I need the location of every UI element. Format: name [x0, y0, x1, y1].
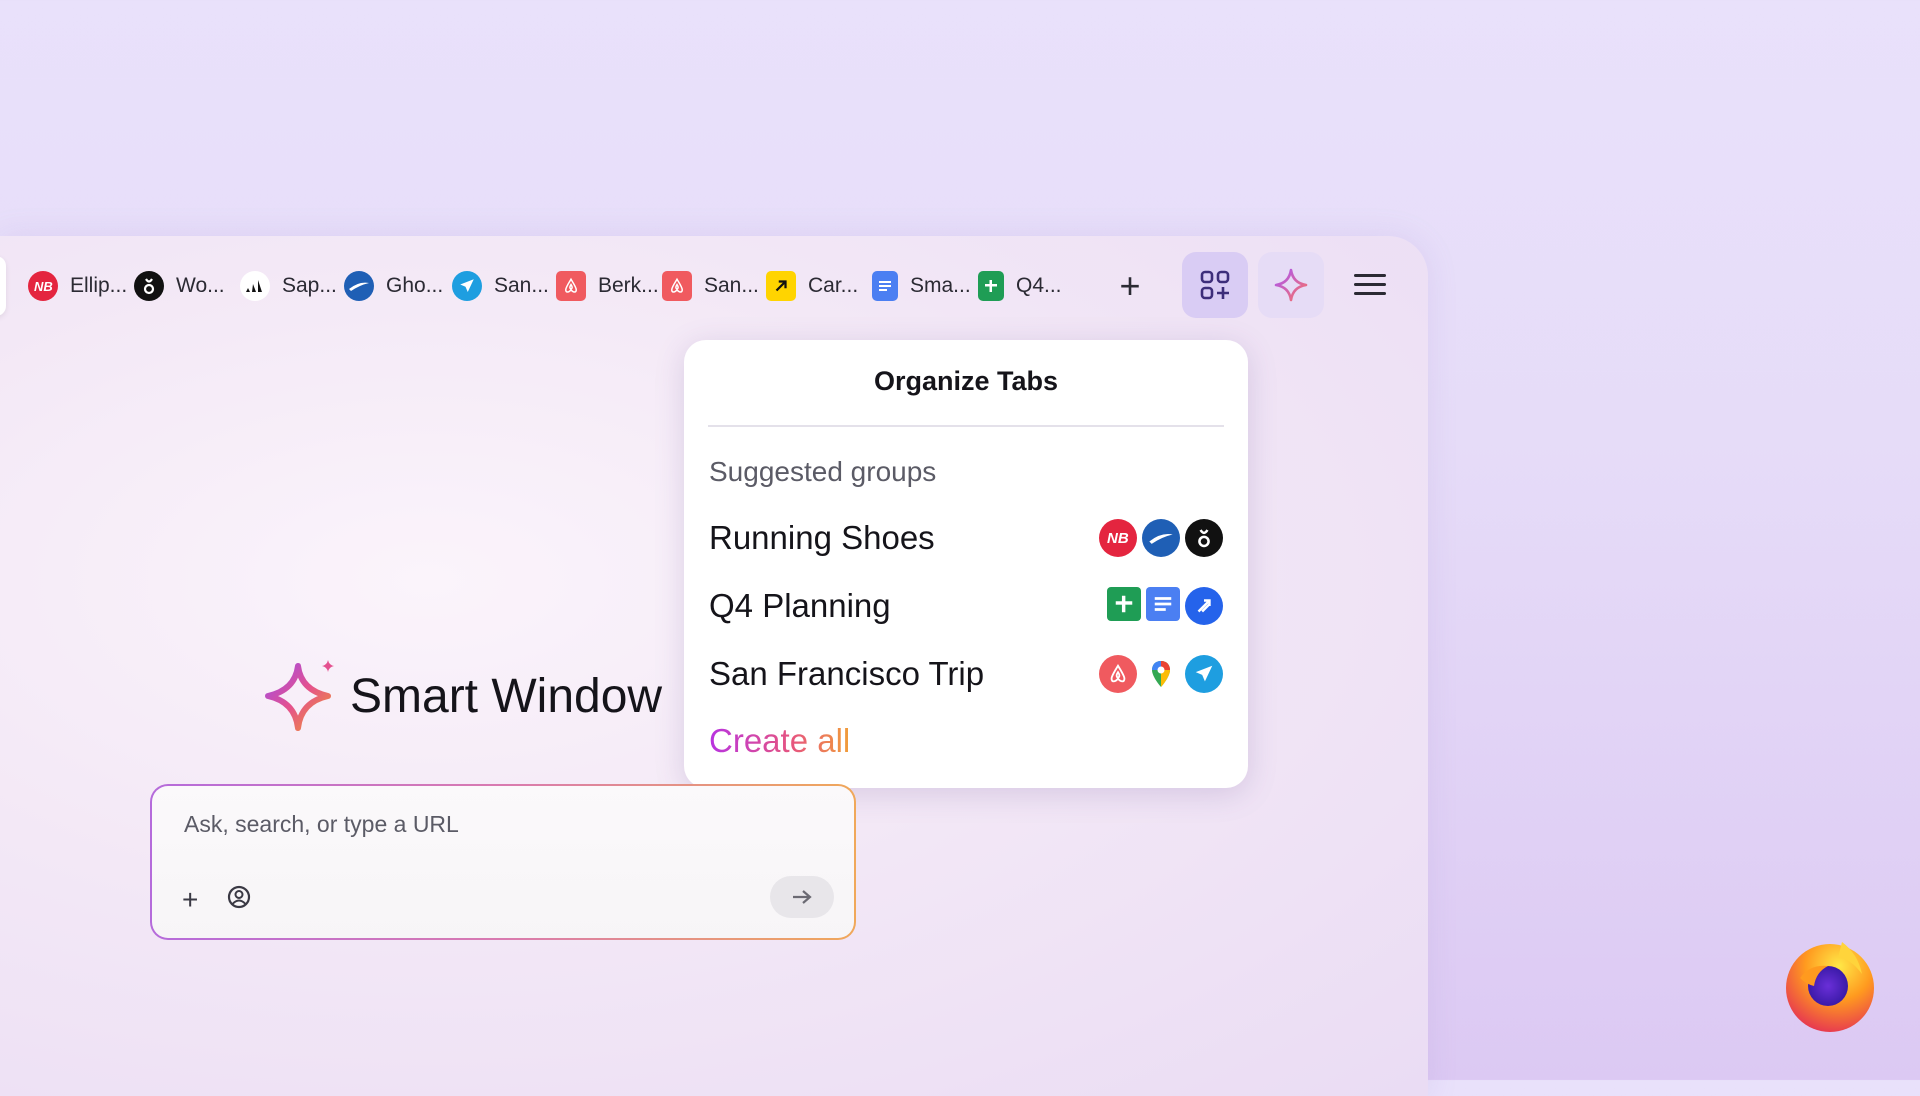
tab-q4[interactable]: Q4...: [978, 268, 1062, 304]
tab-stub[interactable]: [0, 256, 6, 316]
map-pin-icon: [1142, 655, 1180, 693]
plus-icon: +: [1119, 265, 1141, 306]
arrow-diagonal-icon: [766, 271, 796, 301]
group-icons: [1099, 655, 1223, 693]
menu-line: [1354, 292, 1386, 295]
ai-assistant-button[interactable]: [1258, 252, 1324, 318]
tab-bar: NB Ellip... Wo... Sap... Gho... San... B…: [0, 252, 1428, 320]
panel-title: Organize Tabs: [873, 366, 1059, 396]
divider: [708, 425, 1224, 427]
brooks-icon: [1142, 519, 1180, 557]
group-running-shoes[interactable]: Running Shoes NB: [709, 516, 1223, 560]
organize-tabs-panel: Organize Tabs Suggested groups Running S…: [684, 340, 1248, 788]
jira-icon: [1185, 587, 1223, 625]
group-label: San Francisco Trip: [709, 655, 985, 692]
docs-icon: [1146, 587, 1180, 621]
grid-sparkle-icon: [1200, 270, 1230, 300]
tab-label: San...: [494, 274, 549, 297]
on-running-icon: [1185, 519, 1223, 557]
airplane-icon: [1185, 655, 1223, 693]
on-running-icon: [134, 271, 164, 301]
tab-label: Sap...: [282, 274, 337, 297]
tab-label: Ellip...: [70, 274, 128, 297]
sparkle-logo-icon: [265, 660, 334, 731]
tab-san-flight[interactable]: San...: [452, 268, 549, 304]
tab-label: Wo...: [176, 274, 225, 297]
tab-label: Sma...: [910, 274, 971, 297]
tab-car[interactable]: Car...: [766, 268, 858, 304]
tab-sma[interactable]: Sma...: [872, 268, 971, 304]
organize-tabs-button[interactable]: [1182, 252, 1248, 318]
sheets-icon: [1107, 587, 1141, 621]
tab-label: San...: [704, 274, 759, 297]
airbnb-icon: [556, 271, 586, 301]
group-icons: NB: [1099, 519, 1223, 557]
tab-san-airbnb[interactable]: San...: [662, 268, 759, 304]
group-q4-planning[interactable]: Q4 Planning: [709, 584, 1223, 628]
new-tab-button[interactable]: +: [1112, 265, 1148, 306]
brand-title: Smart Window: [350, 669, 663, 723]
menu-button[interactable]: [1352, 268, 1388, 304]
airplane-icon: [452, 271, 482, 301]
tab-label: Berk...: [598, 274, 659, 297]
sparkle-icon: [1274, 268, 1308, 302]
docs-icon: [872, 271, 898, 301]
arrow-right-icon: [793, 890, 812, 904]
group-label: Running Shoes: [709, 519, 935, 556]
brooks-icon: [344, 271, 374, 301]
tab-berk[interactable]: Berk...: [556, 268, 659, 304]
tab-label: Car...: [808, 274, 859, 297]
tab-gho[interactable]: Gho...: [344, 268, 443, 304]
menu-line: [1354, 283, 1386, 286]
person-icon[interactable]: [226, 884, 252, 910]
svg-text:NB: NB: [34, 279, 53, 293]
search-input[interactable]: [182, 810, 786, 839]
tab-sap[interactable]: Sap...: [240, 268, 337, 304]
airbnb-icon: [662, 271, 692, 301]
create-all-button[interactable]: Create all: [709, 722, 850, 760]
sheets-icon: [978, 271, 1004, 301]
add-button[interactable]: +: [182, 884, 198, 916]
firefox-logo-icon: [1786, 942, 1874, 1032]
group-san-francisco-trip[interactable]: San Francisco Trip: [709, 652, 1223, 696]
tab-wo[interactable]: Wo...: [134, 268, 225, 304]
search-box: +: [150, 784, 856, 940]
brand: Smart Window: [264, 658, 662, 734]
tab-ellip[interactable]: NB Ellip...: [28, 268, 127, 304]
menu-line: [1354, 274, 1386, 277]
group-icons: [1107, 587, 1223, 625]
tab-label: Gho...: [386, 274, 444, 297]
submit-button[interactable]: [770, 876, 834, 918]
suggested-groups-heading: Suggested groups: [709, 456, 937, 487]
new-balance-icon: NB: [1099, 519, 1137, 557]
svg-text:NB: NB: [1107, 530, 1129, 546]
tab-label: Q4...: [1016, 274, 1062, 297]
new-balance-icon: NB: [28, 271, 58, 301]
group-label: Q4 Planning: [709, 587, 891, 624]
airbnb-icon: [1099, 655, 1137, 693]
adidas-icon: [240, 271, 270, 301]
